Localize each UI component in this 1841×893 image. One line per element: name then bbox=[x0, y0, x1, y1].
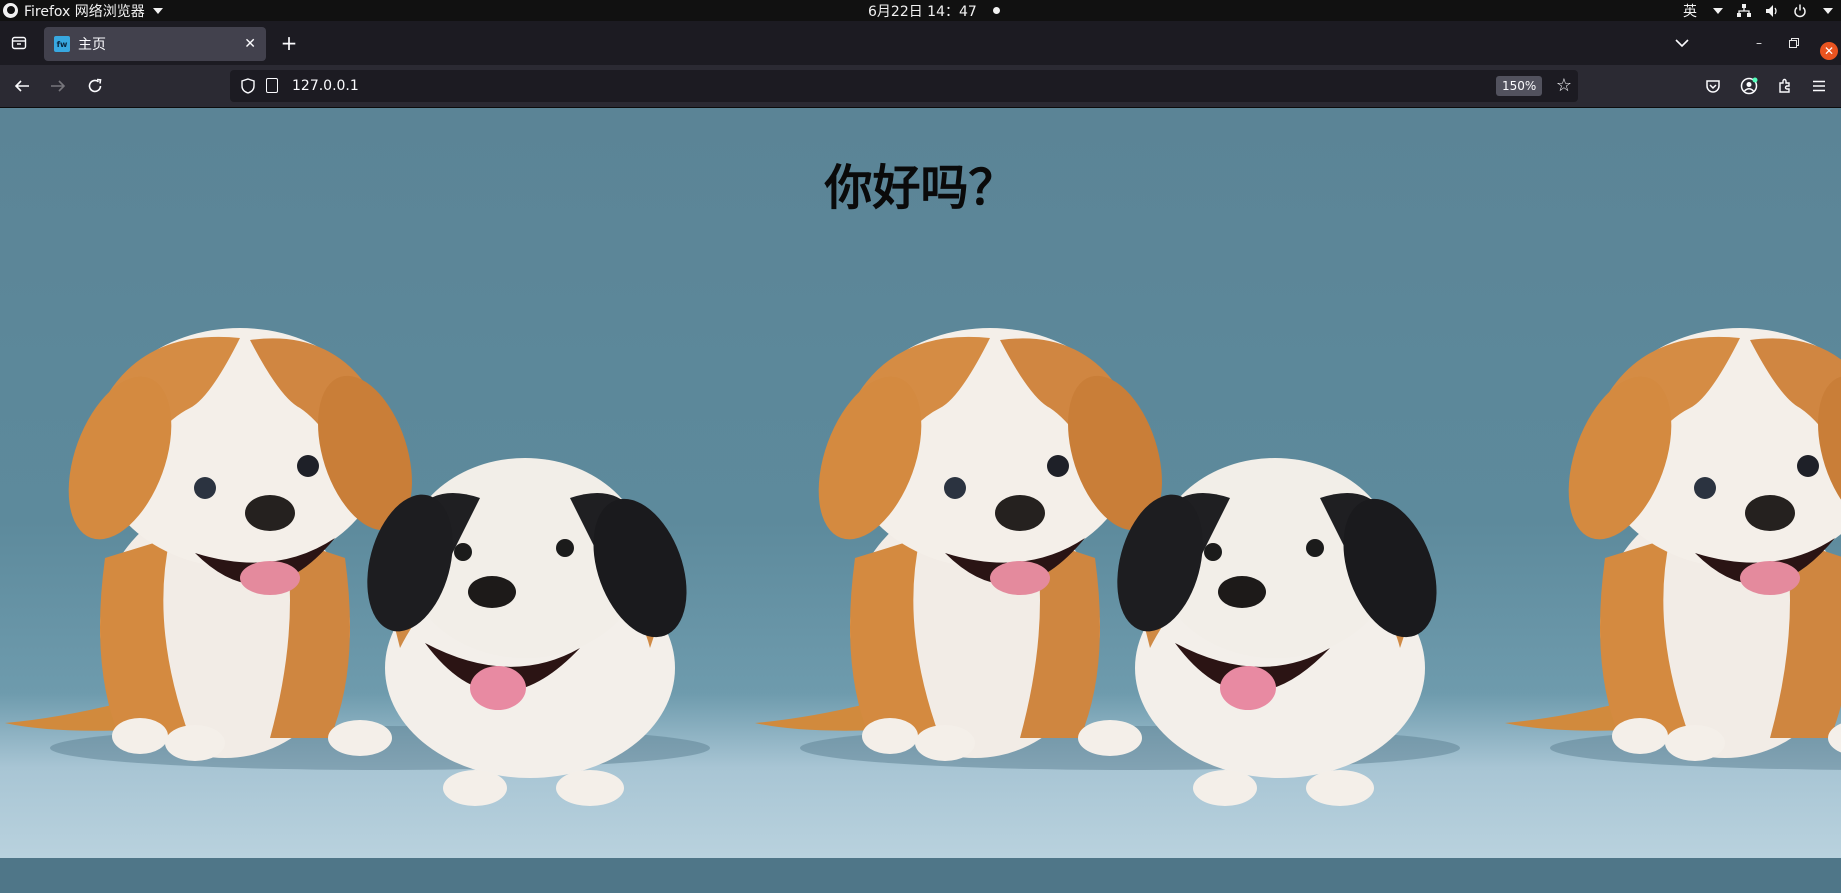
address-bar[interactable]: 127.0.0.1 150% ☆ bbox=[230, 70, 1578, 102]
close-window-button[interactable]: ✕ bbox=[1820, 42, 1838, 60]
chevron-down-icon bbox=[1675, 39, 1689, 48]
network-icon bbox=[1737, 3, 1751, 18]
back-button[interactable] bbox=[11, 75, 33, 97]
restore-icon bbox=[1789, 38, 1799, 48]
input-method-arrow-icon bbox=[1713, 7, 1723, 14]
zoom-indicator-button[interactable]: 150% bbox=[1496, 76, 1543, 96]
dropdown-arrow-icon bbox=[152, 7, 163, 14]
site-favicon-icon: fw bbox=[54, 36, 70, 52]
reload-button[interactable] bbox=[84, 75, 106, 97]
clock[interactable]: 6月22日 14：47 bbox=[868, 0, 1000, 21]
input-method-label[interactable]: 英 bbox=[1683, 1, 1697, 21]
account-button[interactable] bbox=[1738, 75, 1760, 97]
tab-title: 主页 bbox=[78, 37, 106, 53]
back-arrow-icon bbox=[14, 80, 29, 92]
list-all-tabs-button[interactable] bbox=[1672, 33, 1692, 53]
puppies-image bbox=[0, 108, 750, 858]
puzzle-piece-icon bbox=[1779, 78, 1790, 93]
new-tab-button[interactable]: + bbox=[278, 31, 300, 55]
application-menu-button[interactable] bbox=[1808, 75, 1830, 97]
hamburger-menu-icon bbox=[1813, 80, 1825, 92]
puppies-illustration-repeat-3 bbox=[1505, 328, 1841, 770]
tab-strip: fw 主页 ✕ + – ✕ bbox=[0, 21, 1841, 65]
notification-dot-icon bbox=[992, 7, 1000, 14]
account-icon bbox=[1740, 77, 1758, 95]
puppies-image-repeat-3 bbox=[1500, 108, 1841, 858]
volume-icon bbox=[1765, 4, 1779, 18]
navigation-toolbar: 127.0.0.1 150% ☆ bbox=[0, 65, 1841, 108]
page-info-icon[interactable] bbox=[266, 78, 278, 93]
close-tab-icon[interactable]: ✕ bbox=[244, 36, 256, 52]
power-icon bbox=[1793, 4, 1807, 18]
page-content: 你好吗？ bbox=[0, 108, 1841, 893]
tracking-protection-shield-icon[interactable] bbox=[240, 78, 256, 94]
pocket-icon bbox=[1706, 80, 1720, 93]
clock-text: 6月22日 14：47 bbox=[868, 3, 977, 20]
puppies-illustration-repeat-2 bbox=[755, 328, 1460, 806]
forward-arrow-icon bbox=[51, 80, 66, 92]
bookmark-star-icon[interactable]: ☆ bbox=[1554, 76, 1574, 96]
puppies-image-repeat-2 bbox=[750, 108, 1500, 858]
url-text[interactable]: 127.0.0.1 bbox=[292, 70, 359, 102]
extensions-button[interactable] bbox=[1774, 75, 1796, 97]
firefox-icon bbox=[3, 3, 18, 18]
forward-button[interactable] bbox=[47, 75, 69, 97]
system-menu-arrow-icon bbox=[1823, 7, 1833, 14]
reload-icon bbox=[88, 78, 102, 93]
firefox-view-icon bbox=[11, 36, 27, 50]
system-top-bar: Firefox 网络浏览器 6月22日 14：47 英 bbox=[0, 0, 1841, 21]
pocket-button[interactable] bbox=[1702, 75, 1724, 97]
firefox-view-button[interactable] bbox=[8, 32, 30, 54]
minimize-window-button[interactable]: – bbox=[1751, 35, 1767, 51]
system-tray[interactable]: 英 bbox=[1683, 0, 1833, 21]
tab-home[interactable]: fw 主页 ✕ bbox=[44, 27, 266, 61]
page-heading: 你好吗？ bbox=[824, 160, 1017, 216]
restore-window-button[interactable] bbox=[1786, 35, 1802, 51]
page-background-strip bbox=[0, 858, 1841, 893]
app-menu-label: Firefox 网络浏览器 bbox=[24, 3, 145, 20]
puppies-illustration bbox=[5, 328, 710, 806]
app-menu[interactable]: Firefox 网络浏览器 bbox=[0, 0, 163, 21]
